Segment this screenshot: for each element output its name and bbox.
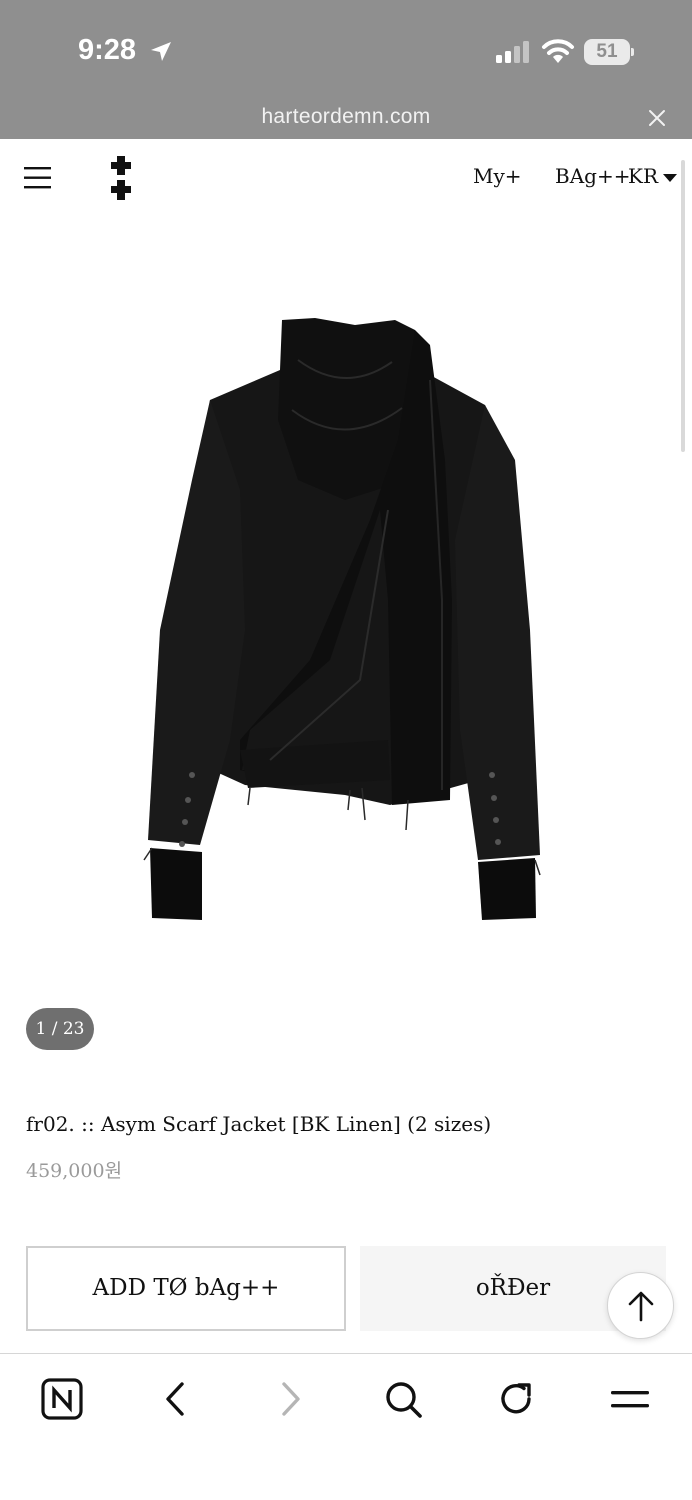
nav-language-select[interactable]: KR [628, 164, 658, 188]
purchase-action-bar: ADD TØ bAg++ oŘĐer [0, 1228, 692, 1354]
chevron-right-icon[interactable] [268, 1377, 312, 1421]
search-icon[interactable] [381, 1377, 425, 1421]
battery-level: 51 [596, 41, 618, 62]
cellular-signal-icon [496, 41, 529, 63]
chevron-down-icon[interactable] [663, 174, 677, 182]
location-arrow-icon [151, 42, 171, 61]
scroll-to-top-button[interactable] [607, 1272, 674, 1339]
menu-icon[interactable] [608, 1377, 652, 1421]
status-time: 9:28 [78, 34, 137, 66]
browser-top-chrome: 9:28 51 harteordemn.com [0, 0, 692, 139]
wifi-icon [542, 39, 574, 63]
add-to-bag-button[interactable]: ADD TØ bAg++ [26, 1246, 346, 1331]
browser-bottom-toolbar [0, 1355, 692, 1500]
naver-n-icon[interactable] [40, 1377, 84, 1421]
battery-indicator: 51 [584, 39, 634, 65]
nav-my-account[interactable]: My+ [473, 164, 522, 188]
product-image[interactable] [130, 300, 560, 940]
page-scrollbar[interactable] [681, 160, 685, 452]
arrow-up-icon [628, 1291, 654, 1322]
double-cross-logo[interactable] [108, 156, 134, 200]
chevron-left-icon[interactable] [154, 1377, 198, 1421]
url-bar[interactable]: harteordemn.com [0, 105, 692, 129]
slide-counter: 1 / 23 [26, 1008, 94, 1050]
hamburger-menu-icon[interactable] [24, 166, 52, 190]
close-icon[interactable] [646, 107, 668, 129]
product-title: fr02. :: Asym Scarf Jacket [BK Linen] (2… [26, 1112, 492, 1136]
product-price: 459,000원 [26, 1160, 123, 1182]
reload-icon[interactable] [494, 1377, 538, 1421]
nav-bag[interactable]: BAg++ [555, 164, 630, 188]
